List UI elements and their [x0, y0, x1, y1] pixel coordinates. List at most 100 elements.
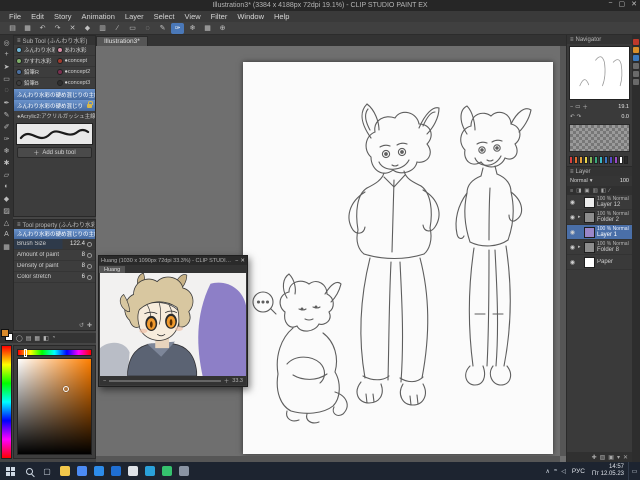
select-tool-icon[interactable]: ▭	[126, 23, 139, 34]
zoom-out-icon[interactable]: −	[570, 104, 573, 110]
auto-action-dock-icon[interactable]	[633, 79, 639, 85]
language-indicator[interactable]: РУС	[569, 468, 588, 475]
visibility-eye-icon[interactable]: ◉	[569, 229, 576, 236]
property-value[interactable]: 8	[82, 263, 85, 269]
navigator-dock-icon[interactable]	[633, 55, 639, 61]
selected-sub-tool-2[interactable]: ふんわり水彩の硬め混じりの主線ブラシ 2	[14, 100, 95, 111]
hue-bar[interactable]	[17, 349, 92, 357]
decoration-tool-icon[interactable]: ✱	[1, 157, 12, 168]
rotate-right-icon[interactable]: ↷	[577, 114, 582, 120]
taskbar-app-button[interactable]	[141, 462, 158, 480]
property-value[interactable]: 6	[82, 274, 85, 280]
taskbar-app-button[interactable]	[124, 462, 141, 480]
panel-menu-icon[interactable]: ≡	[570, 169, 574, 175]
menu-item[interactable]: Filter	[206, 12, 233, 21]
taskbar-app-button[interactable]	[107, 462, 124, 480]
layer-row[interactable]: ◉ ▸ 100 % Normal Folder 2	[567, 210, 632, 225]
selected-sub-tool[interactable]: ふんわり水彩の硬め混じりの主線	[14, 89, 95, 100]
blend-tool-icon[interactable]: ◐	[1, 181, 12, 192]
clip-icon[interactable]: ◨	[576, 188, 581, 194]
color-picker-marker[interactable]	[63, 385, 70, 392]
menu-item[interactable]: Layer	[120, 12, 149, 21]
layer-row[interactable]: ◉ 100 % Normal Layer 12	[567, 195, 632, 210]
layer-row[interactable]: ◉ ▸ 100 % Normal Folder 8	[567, 240, 632, 255]
duplicate-layer-icon[interactable]: ▣	[608, 454, 614, 461]
foreground-color-swatch[interactable]	[0, 329, 9, 337]
color-swatch[interactable]	[569, 156, 573, 164]
color-swatch[interactable]	[599, 156, 603, 164]
floating-reference-window[interactable]: Huang (1030 x 1090px 72dpi 33.3%) - CLIP…	[98, 255, 248, 387]
color-history-tab-icon[interactable]: ◔	[52, 335, 56, 341]
network-icon[interactable]: ≈	[554, 468, 557, 474]
add-sub-tool-button[interactable]: ＋ Add sub tool	[17, 147, 92, 158]
tool-property-row[interactable]: Amount of paint 8	[14, 250, 95, 261]
figure-tool-icon[interactable]: △	[1, 217, 12, 228]
saturation-value-square[interactable]	[17, 358, 92, 455]
reference-document-tab[interactable]: Huang	[99, 266, 126, 273]
start-button[interactable]	[0, 462, 20, 480]
menu-item[interactable]: Help	[269, 12, 294, 21]
minimize-button[interactable]: −	[608, 0, 612, 8]
visibility-eye-icon[interactable]: ◉	[569, 199, 576, 206]
color-set-tab-icon[interactable]: ▦	[34, 335, 40, 342]
dynamics-button[interactable]	[87, 241, 92, 247]
panel-menu-icon[interactable]: ≡	[17, 222, 21, 228]
history-dock-icon[interactable]	[633, 63, 639, 69]
layer-opacity-value[interactable]: 100	[620, 178, 629, 184]
color-slider-strip[interactable]	[1, 345, 12, 459]
folder-expand-icon[interactable]: ▸	[578, 244, 582, 250]
ruler-icon[interactable]: ∕	[111, 23, 124, 34]
new-layer-icon[interactable]: ✚	[592, 454, 597, 461]
new-folder-icon[interactable]: ▧	[600, 454, 606, 461]
property-value[interactable]: 122.4	[70, 241, 85, 247]
dynamics-button[interactable]	[87, 252, 92, 258]
color-swatch[interactable]	[574, 156, 578, 164]
eraser-tool-icon[interactable]: ▱	[1, 169, 12, 180]
dynamics-button[interactable]	[87, 274, 92, 280]
frame-tool-icon[interactable]: ▦	[1, 241, 12, 252]
visibility-eye-icon[interactable]: ◉	[569, 214, 576, 221]
airbrush-tool-icon[interactable]: ❄	[1, 145, 12, 156]
color-swatch[interactable]	[584, 156, 588, 164]
fill-tool-icon[interactable]: ◆	[1, 193, 12, 204]
menu-item[interactable]: View	[180, 12, 206, 21]
brush-item[interactable]: ●concept3	[54, 78, 95, 89]
taskbar-clock[interactable]: 14:57 Пт 12.05.23	[588, 464, 628, 478]
taskbar-app-button[interactable]	[90, 462, 107, 480]
menu-item[interactable]: Story	[49, 12, 77, 21]
taskbar-app-button[interactable]	[158, 462, 175, 480]
navigator-preview[interactable]	[569, 46, 630, 100]
color-swatch[interactable]	[604, 156, 608, 164]
hue-marker[interactable]	[23, 349, 27, 357]
color-swatch[interactable]	[619, 156, 623, 164]
menu-item[interactable]: Animation	[77, 12, 120, 21]
zoom-in-icon[interactable]: ＋	[224, 377, 230, 385]
visibility-eye-icon[interactable]: ◉	[569, 259, 576, 266]
color-swatch[interactable]	[624, 156, 628, 164]
zoom-slider[interactable]	[109, 379, 221, 382]
tool-property-row[interactable]: Brush Size 122.4	[14, 239, 95, 250]
layer-menu-icon[interactable]: ≡	[570, 188, 573, 194]
undo-icon[interactable]: ↶	[36, 23, 49, 34]
zoom-tool-icon[interactable]: ⊕	[216, 23, 229, 34]
color-swatch[interactable]	[594, 156, 598, 164]
panel-menu-icon[interactable]: ≡	[17, 38, 21, 44]
brush-item[interactable]: ふんわり水彩	[14, 45, 55, 56]
lasso-tool-icon[interactable]: ◌	[1, 85, 12, 96]
layer-row[interactable]: ◉ Paper	[567, 255, 632, 270]
new-file-icon[interactable]: ▤	[6, 23, 19, 34]
material-dock-icon[interactable]	[633, 47, 639, 53]
close-icon[interactable]: ✕	[240, 258, 245, 264]
lock-alpha-icon[interactable]: ▥	[593, 188, 598, 194]
brush-item[interactable]: ●concept	[54, 56, 95, 67]
brush-tool-icon[interactable]: ✑	[1, 133, 12, 144]
notification-center-button[interactable]: ▭	[628, 462, 640, 480]
color-swatch[interactable]	[579, 156, 583, 164]
lock-layer-icon[interactable]: ▣	[584, 188, 589, 194]
dynamics-button[interactable]	[87, 263, 92, 269]
brush-item[interactable]: 鉛筆R	[14, 67, 55, 78]
snap-icon[interactable]: ▥	[96, 23, 109, 34]
eyedropper-tool-icon[interactable]: ✒	[1, 97, 12, 108]
wrench-icon[interactable]: ✚	[87, 322, 92, 329]
menu-item[interactable]: File	[4, 12, 26, 21]
